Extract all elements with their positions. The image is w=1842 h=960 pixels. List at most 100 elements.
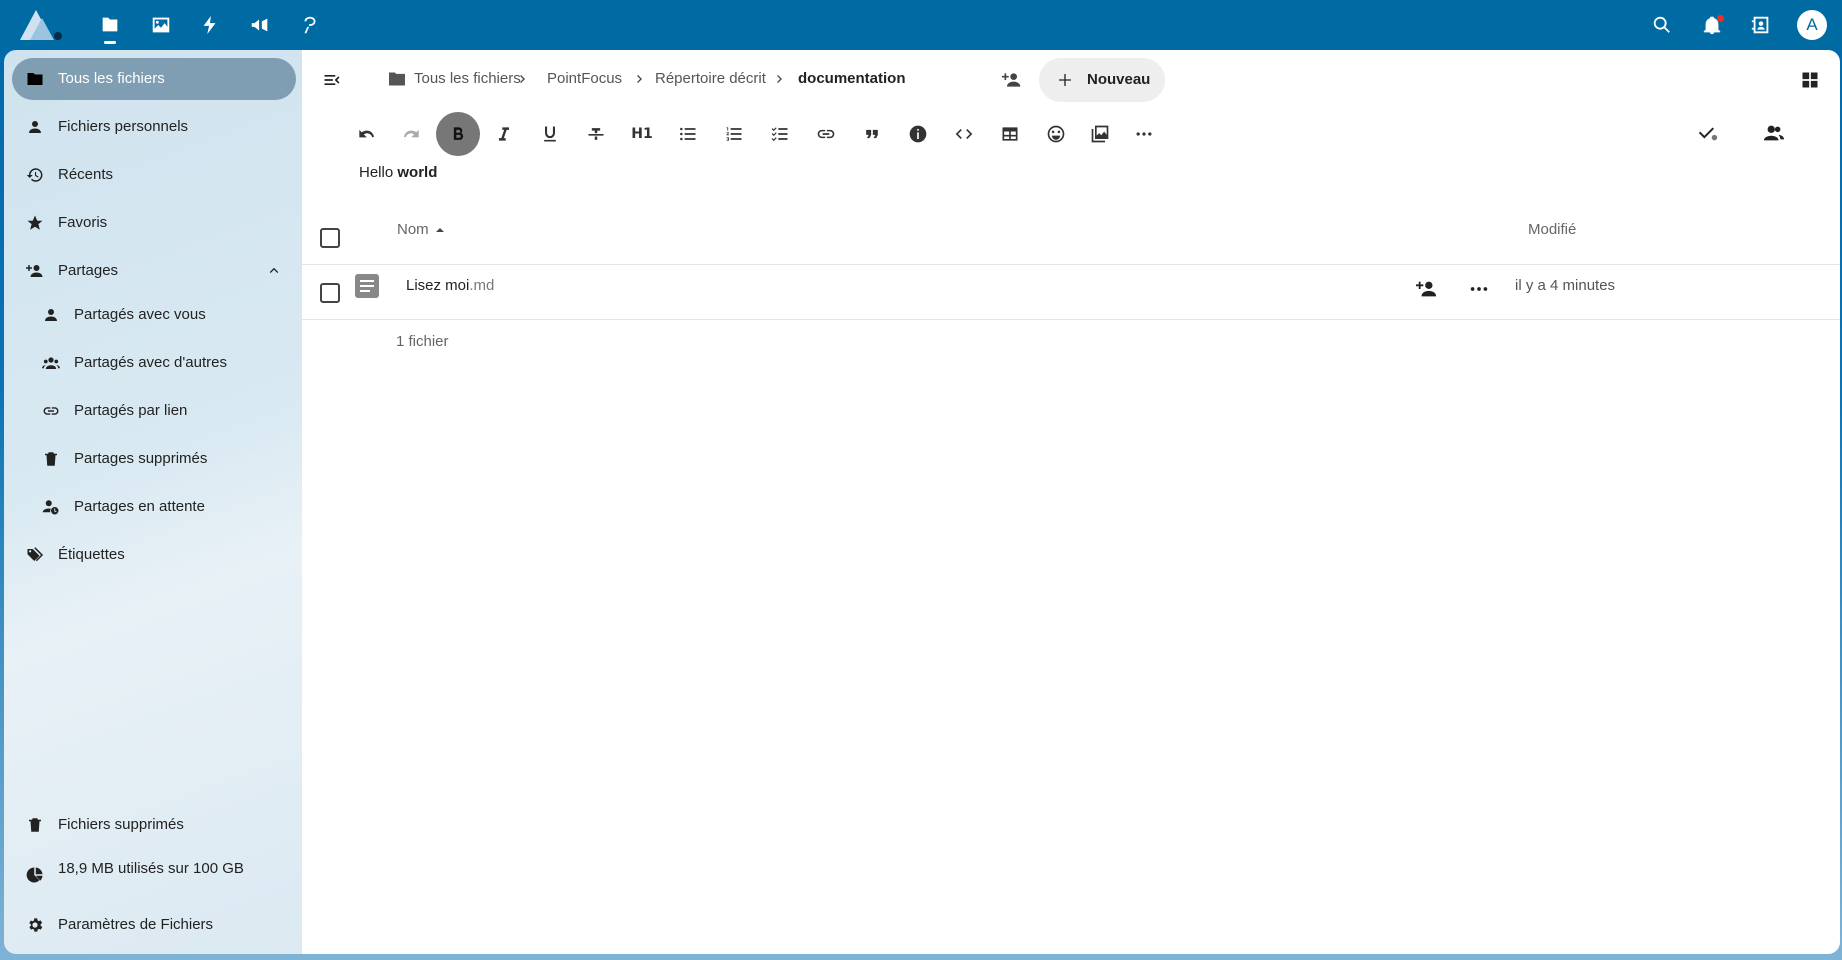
link-button[interactable]: [804, 112, 848, 156]
more-actions-icon[interactable]: [1468, 278, 1490, 300]
sidebar-item-files-settings[interactable]: Paramètres de Fichiers: [12, 904, 296, 946]
quota-text: 18,9 MB utilisés sur 100 GB: [58, 860, 244, 877]
account-group-icon: [42, 357, 60, 369]
chevron-right-icon: [637, 75, 642, 83]
checklist-icon: [771, 127, 788, 142]
announcements-icon[interactable]: [249, 14, 271, 36]
share-add-icon: [26, 265, 43, 277]
user-avatar[interactable]: A: [1797, 10, 1827, 40]
sidebar-item-shared-by-link[interactable]: Partagés par lien: [12, 390, 296, 432]
more-formatting-button[interactable]: [1122, 112, 1166, 156]
star-icon: [27, 215, 43, 230]
activity-icon[interactable]: [199, 14, 221, 36]
sidebar-item-favorites[interactable]: Favoris: [12, 202, 296, 244]
sidebar-item-pending-shares[interactable]: Partages en attente: [12, 486, 296, 528]
sidebar-item-all-files[interactable]: Tous les fichiers: [12, 58, 296, 100]
more-horizontal-icon: [1136, 132, 1152, 136]
sidebar-item-label: Partages supprimés: [74, 450, 208, 467]
text-document-icon: [355, 274, 379, 298]
files-icon[interactable]: [99, 14, 121, 36]
sidebar-item-label: Paramètres de Fichiers: [58, 916, 214, 933]
breadcrumb-pointfocus[interactable]: PointFocus: [547, 70, 622, 87]
gear-icon: [29, 918, 43, 932]
sort-ascending-icon[interactable]: [434, 224, 446, 236]
session-users-icon[interactable]: [1763, 122, 1785, 144]
blockquote-icon: [866, 129, 878, 139]
account-clock-icon: [42, 500, 59, 515]
breadcrumb-all-files[interactable]: Tous les fichiers: [414, 70, 521, 87]
file-name[interactable]: Lisez moi.md: [406, 277, 494, 294]
breadcrumb-documentation[interactable]: documentation: [798, 70, 906, 87]
select-all-checkbox[interactable]: [320, 228, 340, 248]
sidebar-item-shared-with-you[interactable]: Partagés avec vous: [12, 294, 296, 336]
strikethrough-button[interactable]: [574, 112, 618, 156]
heading-label: H1: [631, 126, 653, 142]
sidebar-item-shared-with-others[interactable]: Partagés avec d'autres: [12, 342, 296, 384]
row-checkbox[interactable]: [320, 283, 340, 303]
sidebar-item-label: Fichiers personnels: [58, 118, 189, 135]
emoji-button[interactable]: [1034, 112, 1078, 156]
pie-chart-icon: [26, 867, 43, 883]
italic-icon: [499, 127, 509, 141]
saved-check-icon[interactable]: [1697, 122, 1719, 144]
file-modified-date: il y a 4 minutes: [1515, 277, 1616, 294]
sidebar-item-shares[interactable]: Partages: [12, 250, 296, 292]
sidebar-item-label: Favoris: [58, 214, 108, 231]
sidebar-item-label: Partagés par lien: [74, 402, 188, 419]
link-icon: [43, 407, 59, 415]
code-button[interactable]: [942, 112, 986, 156]
sidebar-item-label: Partagés avec d'autres: [74, 354, 227, 371]
underline-icon: [544, 126, 556, 142]
blockquote-button[interactable]: [850, 112, 894, 156]
account-icon: [29, 121, 41, 133]
redo-icon: [404, 129, 419, 138]
contacts-icon[interactable]: [1750, 14, 1772, 36]
main-content: Tous les fichiers PointFocus Répertoire …: [302, 50, 1840, 954]
divider: [302, 319, 1840, 320]
bulleted-list-button[interactable]: [666, 112, 710, 156]
undo-button[interactable]: [344, 112, 388, 156]
sidebar-item-tags[interactable]: Étiquettes: [12, 534, 296, 576]
rich-text-editor-content[interactable]: Hello world: [359, 164, 437, 181]
sidebar-item-deleted-files[interactable]: Fichiers supprimés: [12, 804, 296, 846]
divider: [302, 264, 1840, 265]
bulleted-list-icon: [680, 127, 696, 141]
info-callout-button[interactable]: [896, 112, 940, 156]
redo-button[interactable]: [390, 112, 434, 156]
share-folder-icon[interactable]: [1002, 70, 1022, 90]
sidebar-item-recent[interactable]: Récents: [12, 154, 296, 196]
checklist-button[interactable]: [758, 112, 802, 156]
column-header-name[interactable]: Nom: [397, 221, 429, 238]
chevron-up-icon[interactable]: [266, 263, 282, 279]
underline-button[interactable]: [528, 112, 572, 156]
sidebar-item-deleted-shares[interactable]: Partages supprimés: [12, 438, 296, 480]
photos-icon[interactable]: [150, 14, 172, 36]
image-icon: [1091, 125, 1109, 143]
sidebar-item-label: Fichiers supprimés: [58, 816, 184, 833]
new-button-label: Nouveau: [1087, 71, 1151, 88]
sidebar-quota[interactable]: 18,9 MB utilisés sur 100 GB: [12, 850, 296, 892]
sidebar-item-personal-files[interactable]: Fichiers personnels: [12, 106, 296, 148]
column-header-modified[interactable]: Modifié: [1528, 221, 1576, 238]
new-button[interactable]: Nouveau: [1039, 58, 1165, 102]
breadcrumb-repertoire-decrit[interactable]: Répertoire décrit: [655, 70, 766, 87]
notification-badge: [1717, 15, 1724, 22]
grid-view-icon[interactable]: [1800, 70, 1820, 90]
tag-icon: [27, 547, 44, 562]
insert-image-button[interactable]: [1078, 112, 1122, 156]
search-icon[interactable]: [1651, 14, 1673, 36]
chevron-right-icon: [520, 75, 525, 83]
table-button[interactable]: [988, 112, 1032, 156]
share-icon[interactable]: [1416, 278, 1438, 300]
sidebar-item-label: Partagés avec vous: [74, 306, 206, 323]
files-app-window: Tous les fichiers Fichiers personnels Ré…: [4, 50, 1840, 954]
talk-icon[interactable]: [299, 14, 321, 36]
bold-button[interactable]: [436, 112, 480, 156]
toggle-navigation-icon[interactable]: [322, 70, 342, 90]
numbered-list-button[interactable]: [712, 112, 756, 156]
italic-button[interactable]: [482, 112, 526, 156]
heading-button[interactable]: H1: [620, 112, 664, 156]
folder-icon: [27, 73, 43, 85]
nextcloud-logo-icon[interactable]: [18, 8, 64, 42]
bold-icon: [453, 127, 464, 140]
